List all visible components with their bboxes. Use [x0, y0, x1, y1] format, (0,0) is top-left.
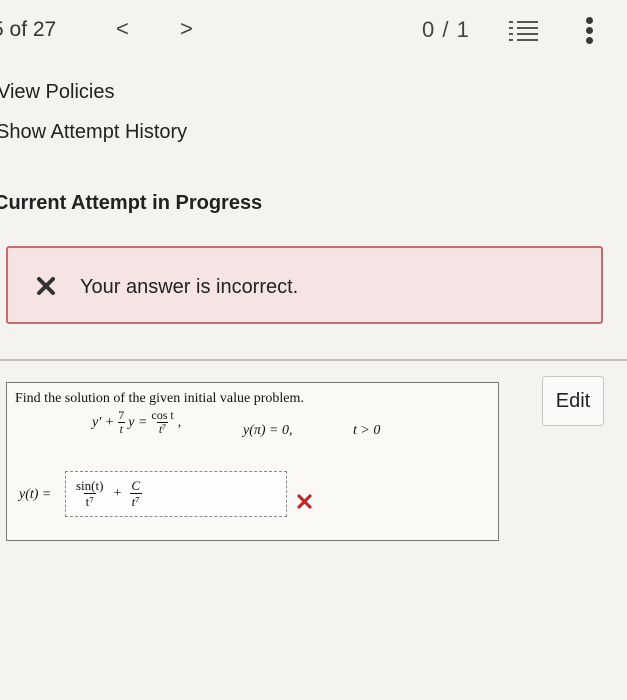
problem-prompt: Find the solution of the given initial v…	[15, 391, 304, 406]
differential-equation: y′ + 7 t y = cos t t⁷ ,	[92, 409, 181, 436]
x-icon	[37, 277, 55, 295]
problem-panel: Find the solution of the given initial v…	[6, 382, 499, 541]
current-attempt-heading: Current Attempt in Progress	[0, 192, 263, 214]
answer-term-1-denominator: t⁷	[83, 493, 96, 509]
answer-term-1-numerator: sin(t)	[76, 478, 104, 493]
ode-term-2: y =	[128, 414, 148, 430]
show-attempt-history-link[interactable]: Show Attempt History	[0, 121, 187, 144]
coefficient-fraction: 7 t	[116, 409, 126, 436]
coefficient-numerator: 7	[118, 408, 125, 422]
answer-term-2: C t⁷	[129, 478, 142, 509]
answer-label: y(t) =	[19, 487, 52, 502]
answer-operator: +	[113, 485, 122, 501]
answer-expression: sin(t) t⁷ + C t⁷	[72, 478, 144, 509]
answer-term-2-denominator: t⁷	[129, 493, 142, 509]
wrong-x-icon	[297, 494, 312, 509]
rhs-numerator: cos t	[151, 408, 174, 422]
divider	[0, 359, 627, 361]
answer-input[interactable]: sin(t) t⁷ + C t⁷	[65, 471, 287, 517]
coefficient-denominator: t	[117, 422, 125, 436]
score-display: 0 / 1	[422, 17, 470, 42]
more-vertical-icon[interactable]	[586, 17, 594, 45]
ode-trailing-comma: ,	[177, 414, 182, 430]
initial-condition: y(π) = 0,	[243, 423, 293, 438]
incorrect-answer-banner: Your answer is incorrect.	[6, 246, 603, 324]
ode-term-1: y′ +	[92, 414, 115, 430]
rhs-denominator: t⁷	[156, 422, 169, 436]
next-question-button[interactable]: >	[180, 16, 193, 42]
rhs-fraction: cos t t⁷	[149, 409, 175, 436]
domain-condition: t > 0	[353, 423, 381, 438]
view-policies-link[interactable]: View Policies	[0, 81, 114, 104]
answer-term-2-numerator: C	[131, 478, 141, 493]
page-counter: 5 of 27	[0, 18, 57, 41]
feedback-message: Your answer is incorrect.	[80, 276, 299, 298]
list-icon[interactable]	[508, 20, 538, 42]
edit-button[interactable]: Edit	[542, 376, 604, 426]
answer-term-1: sin(t) t⁷	[74, 478, 105, 509]
top-bar: 5 of 27 < > 0 / 1	[0, 0, 627, 62]
previous-question-button[interactable]: <	[116, 16, 129, 42]
